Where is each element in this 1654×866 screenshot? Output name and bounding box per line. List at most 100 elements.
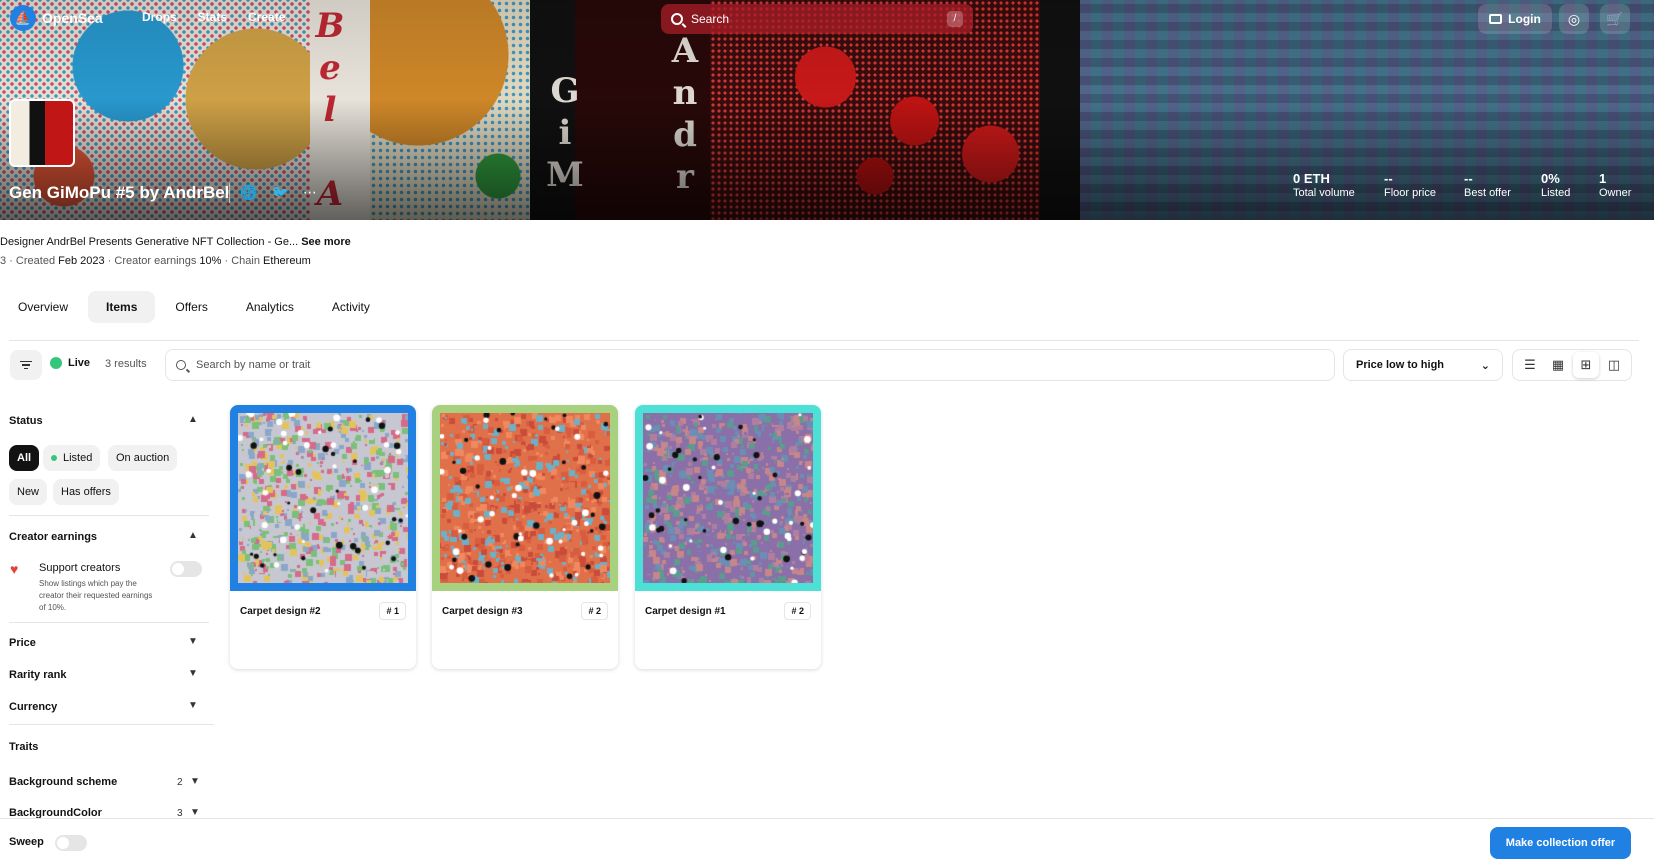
chevron-up-icon[interactable]: ▲: [188, 414, 198, 425]
support-creators-icon: ♥: [10, 561, 19, 577]
sort-value: Price low to high: [1356, 359, 1445, 371]
opensea-logo-icon: ⛵: [10, 5, 36, 31]
search-icon: [671, 13, 683, 25]
divider: [9, 724, 214, 725]
opensea-logo[interactable]: ⛵ OpenSea: [10, 5, 103, 31]
search-shortcut-badge: /: [947, 11, 963, 27]
item-card[interactable]: Carpet design #1 # 2: [635, 405, 821, 669]
earnings-label: Creator earnings: [114, 255, 197, 267]
item-card[interactable]: Carpet design #2 # 1: [230, 405, 416, 669]
created-value: Feb 2023: [58, 255, 105, 267]
tab-analytics[interactable]: Analytics: [228, 291, 312, 323]
profile-button[interactable]: ◎: [1559, 4, 1589, 34]
grid-large-icon[interactable]: ◫: [1601, 352, 1627, 378]
chevron-down-icon[interactable]: ▼: [188, 700, 198, 711]
login-button[interactable]: Login: [1478, 4, 1552, 34]
status-filter-listed[interactable]: Listed: [43, 445, 101, 471]
more-icon[interactable]: ⋯: [303, 184, 317, 201]
chevron-down-icon[interactable]: ▼: [188, 636, 198, 647]
collection-meta: 3 · Created Feb 2023 · Creator earnings …: [0, 255, 311, 267]
nav-link-drops[interactable]: Drops: [142, 10, 177, 24]
twitter-icon[interactable]: 🐦: [271, 184, 288, 201]
cart-icon: 🛒: [1606, 10, 1624, 27]
creator-earnings-title[interactable]: Creator earnings: [9, 531, 97, 543]
grid-medium-icon[interactable]: ⊞: [1573, 352, 1599, 378]
sort-select[interactable]: Price low to high ⌄: [1343, 349, 1503, 381]
item-rarity-rank: # 1: [379, 602, 406, 620]
chevron-down-icon[interactable]: ▼: [190, 807, 200, 818]
tab-overview[interactable]: Overview: [0, 291, 86, 323]
chevron-down-icon[interactable]: ▼: [190, 776, 200, 787]
collection-tabs: Overview Items Offers Analytics Activity: [0, 291, 390, 323]
top-navigation: ⛵ OpenSea Drops Stats Create Search / Lo…: [0, 0, 1654, 36]
item-rarity-rank: # 2: [581, 602, 608, 620]
status-filter-new[interactable]: New: [9, 479, 48, 505]
search-icon: [176, 360, 186, 370]
global-search-placeholder: Search: [691, 12, 730, 26]
live-indicator: Live: [50, 357, 90, 369]
chain-value: Ethereum: [263, 255, 311, 267]
status-filter-on-auction[interactable]: On auction: [108, 445, 178, 471]
tab-items[interactable]: Items: [88, 291, 156, 323]
global-search[interactable]: Search /: [661, 4, 973, 34]
item-image[interactable]: [643, 413, 813, 583]
sweep-toggle[interactable]: [55, 835, 87, 851]
live-label: Live: [68, 357, 91, 369]
collection-social-links: 🌐 🐦 ⋯: [240, 184, 317, 201]
profile-icon: ◎: [1567, 10, 1581, 27]
see-more-link[interactable]: See more: [301, 236, 351, 248]
collection-avatar: [9, 99, 75, 167]
tab-activity[interactable]: Activity: [314, 291, 388, 323]
wallet-icon: [1489, 14, 1503, 24]
traits-title: Traits: [9, 741, 39, 753]
support-creators-toggle[interactable]: [170, 561, 202, 577]
tab-offers[interactable]: Offers: [157, 291, 225, 323]
stat-floor-price: -- Floor price: [1384, 171, 1436, 199]
cart-button[interactable]: 🛒: [1600, 4, 1630, 34]
status-section-title[interactable]: Status: [9, 415, 43, 427]
globe-icon[interactable]: 🌐: [240, 184, 257, 201]
results-count: 3 results: [105, 358, 147, 370]
status-filter-all[interactable]: All: [9, 445, 40, 471]
item-search-input[interactable]: [196, 359, 1324, 371]
nav-link-create[interactable]: Create: [248, 10, 285, 24]
rarity-rank-filter-title[interactable]: Rarity rank: [9, 669, 66, 681]
earnings-value: 10%: [199, 255, 222, 267]
make-collection-offer-button[interactable]: Make collection offer: [1490, 827, 1631, 859]
status-filter-has-offers[interactable]: Has offers: [53, 479, 119, 505]
support-creators-title: Support creators: [39, 562, 121, 574]
collection-description: Designer AndrBel Presents Generative NFT…: [0, 236, 351, 248]
chevron-down-icon[interactable]: ▼: [188, 668, 198, 679]
trait-background-scheme[interactable]: Background scheme: [9, 776, 117, 788]
filter-toggle-button[interactable]: [10, 350, 42, 380]
chevron-down-icon: ⌄: [1480, 359, 1490, 372]
list-view-icon[interactable]: ☰: [1517, 352, 1543, 378]
items-count: 3: [0, 255, 7, 267]
brand-name: OpenSea: [42, 10, 103, 26]
price-filter-title[interactable]: Price: [9, 637, 36, 649]
divider: [9, 515, 209, 516]
trait-count: 2: [177, 777, 183, 788]
sweep-label: Sweep: [9, 836, 44, 848]
bottom-action-bar: [0, 818, 1654, 866]
view-mode-toggle: ☰ ▦ ⊞ ◫: [1512, 349, 1632, 381]
item-card[interactable]: Carpet design #3 # 2: [432, 405, 618, 669]
item-rarity-rank: # 2: [784, 602, 811, 620]
item-image[interactable]: [440, 413, 610, 583]
nav-link-stats[interactable]: Stats: [198, 10, 227, 24]
stat-best-offer: -- Best offer: [1464, 171, 1511, 199]
chain-label: Chain: [231, 255, 260, 267]
nav-links: Drops Stats Create: [142, 10, 285, 24]
stat-listed: 0% Listed: [1541, 171, 1571, 199]
divider: [9, 622, 209, 623]
item-image[interactable]: [238, 413, 408, 583]
created-label: Created: [15, 255, 56, 267]
item-search[interactable]: [165, 349, 1335, 381]
listed-dot-icon: [51, 455, 57, 461]
chevron-up-icon[interactable]: ▲: [188, 530, 198, 541]
grid-small-icon[interactable]: ▦: [1545, 352, 1571, 378]
live-dot-icon: [50, 357, 62, 369]
stat-owner: 1 Owner: [1599, 171, 1632, 199]
currency-filter-title[interactable]: Currency: [9, 701, 57, 713]
item-name: Carpet design #1: [645, 606, 726, 617]
